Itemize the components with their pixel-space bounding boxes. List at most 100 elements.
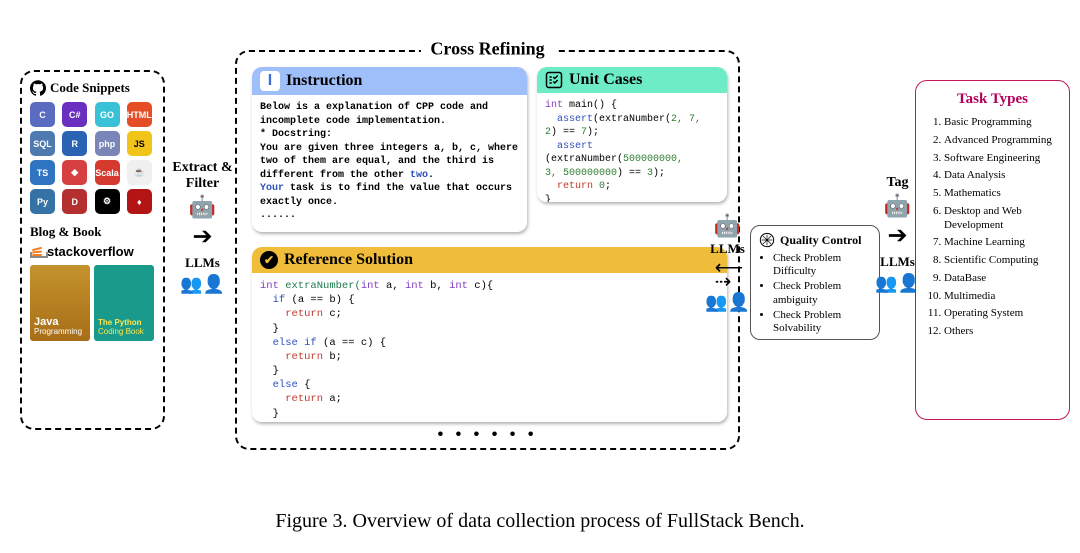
stackoverflow-icon [30,246,44,258]
task-type-item: Mathematics [944,187,1059,201]
task-type-item: Others [944,325,1059,339]
lang-icon: GO [95,102,120,127]
r-reta: a; [323,393,342,405]
checkmark-icon: ✔ [260,251,278,269]
task-type-item: DataBase [944,272,1059,286]
qc-title-text: Quality Control [780,233,861,248]
task-type-item: Desktop and Web Development [944,205,1059,233]
u-l1-fn: main() { [563,100,617,111]
llms-label-3: LLMs [880,254,915,270]
lang-icon: ♦ [127,189,152,214]
r-sig-name: extraNumber( [279,280,361,292]
instruction-panel: I Instruction Below is a explanation of … [252,67,527,232]
task-type-item: Machine Learning [944,236,1059,250]
extract-filter-step: Extract & Filter 🤖 ➔ LLMs 👥👤 [170,160,235,293]
unit-cases-title: Unit Cases [569,71,642,89]
instruction-body: Below is a explanation of CPP code and i… [252,95,527,229]
qc-step: 🤖 LLMs ⟵⇢ 👥👤 [700,215,755,311]
language-icon-grid: CC#GOHTMLSQLRphpJSTS◆Scala☕PyD⚙♦ [30,102,155,214]
figure-caption: Figure 3. Overview of data collection pr… [0,510,1080,533]
reference-header: ✔ Reference Solution [252,247,727,273]
lang-icon: SQL [30,131,55,156]
humans-icon: 👥👤 [875,274,920,292]
u-l4-val: 0 [593,181,605,192]
robot-icon: 🤖 [189,196,216,218]
r-ret1: return [285,308,323,320]
task-types-box: Task Types Basic Programming Advanced Pro… [915,80,1070,420]
llms-label: LLMs [185,255,220,271]
humans-icon: 👥👤 [705,293,750,311]
r-ret3: return [285,393,323,405]
task-type-item: Software Engineering [944,152,1059,166]
task-types-title: Task Types [926,91,1059,108]
sources-box: Code Snippets CC#GOHTMLSQLRphpJSTS◆Scala… [20,70,165,430]
task-type-item: Advanced Programming [944,134,1059,148]
task-type-item: Basic Programming [944,116,1059,130]
robot-icon: 🤖 [884,195,911,217]
instruction-kw-your: Your [260,183,284,194]
u-l2-eq: ) == [551,127,581,138]
book1-bot: Programming [34,328,86,337]
code-snippets-title: Code Snippets [30,80,155,96]
tag-label: Tag [886,175,908,191]
r-elseb: { [298,379,311,391]
extract-filter-label: Extract & Filter [172,160,232,192]
task-types-list: Basic Programming Advanced Programming Sof… [926,116,1059,339]
u-l2-rest: (extraNumber( [593,114,671,125]
lang-icon: Scala [95,160,120,185]
instruction-ellipsis: ...... [260,210,296,221]
reference-title: Reference Solution [284,251,413,269]
r-else: else [273,379,298,391]
stackoverflow-logo: stackoverflow [30,244,155,259]
checklist-icon [545,71,563,89]
lang-icon: Py [30,189,55,214]
lang-icon: php [95,131,120,156]
instruction-badge-icon: I [260,71,280,91]
r-cb3: } [273,408,279,420]
quality-control-box: Quality Control Check Problem Difficulty… [750,225,880,340]
instruction-line1: Below is a explanation of CPP code and i… [260,102,488,127]
u-l3-end: ); [653,168,665,179]
lang-icon: C [30,102,55,127]
u-l5: } [545,195,551,203]
book-java: Java Programming [30,265,90,341]
lang-icon: R [62,131,87,156]
lang-icon: HTML [127,102,152,127]
r-p3: c){ [474,280,493,292]
r-p1: a, [386,280,405,292]
r-sig-ty: int [260,280,279,292]
unit-cases-body: int main() { assert(extraNumber(2, 7, 2)… [537,93,727,202]
so-bold: stack [47,244,80,259]
u-l2-end: ); [587,127,599,138]
code-snippets-label: Code Snippets [50,80,130,96]
task-type-item: Multimedia [944,290,1059,304]
r-retb: b; [323,351,342,363]
lang-icon: ⚙ [95,189,120,214]
qc-item: Check Problem ambiguity [773,280,871,306]
unit-cases-panel: Unit Cases int main() { assert(extraNumb… [537,67,727,202]
r-elif: else if [273,337,317,349]
cross-refining-title: Cross Refining [420,38,554,59]
u-l4-kw: return [557,181,593,192]
instruction-line3-end: . [428,170,434,181]
github-icon [30,80,46,96]
instruction-kw-two: two [410,170,428,181]
r-p2t: int [405,280,430,292]
r-p1t: int [361,280,386,292]
r-if: if [273,294,286,306]
qc-list: Check Problem DifficultyCheck Problem am… [773,252,871,335]
robot-icon: 🤖 [714,215,741,237]
task-type-item: Scientific Computing [944,254,1059,268]
r-ret2: return [285,351,323,363]
dots-indicator: • • • • • • [438,426,538,444]
openai-icon [759,232,775,248]
blog-book-title: Blog & Book [30,224,155,240]
arrow-right-icon: ➔ [887,221,907,250]
humans-icon: 👥👤 [180,275,225,293]
cross-refining-box: Cross Refining I Instruction Below is a … [235,50,740,450]
instruction-line3: You are given three integers a, b, c, wh… [260,143,518,181]
task-type-item: Operating System [944,307,1059,321]
qc-item: Check Problem Solvability [773,309,871,335]
u-l3-rest: (extraNumber( [545,154,623,165]
reference-body: int extraNumber(int a, int b, int c){ if… [252,273,727,422]
